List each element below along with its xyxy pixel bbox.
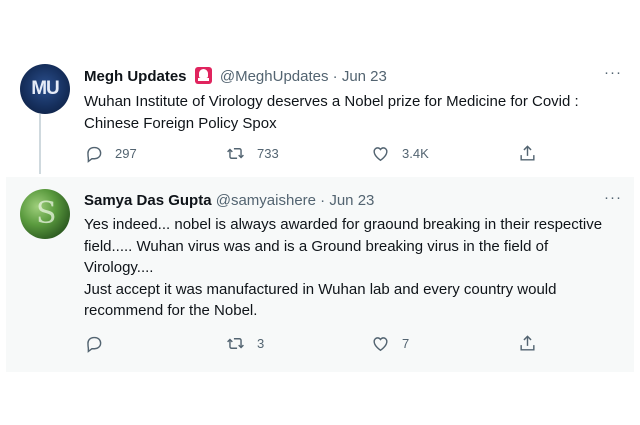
- reply-button[interactable]: [84, 334, 103, 353]
- reply-tweet[interactable]: S Samya Das Gupta @samyaishere · Jun 23 …: [6, 177, 634, 372]
- tweet-text-line: Yes indeed... nobel is always awarded fo…: [84, 216, 603, 276]
- tweet-date[interactable]: Jun 23: [342, 68, 387, 85]
- share-icon: [520, 145, 535, 161]
- avatar-samya-das-gupta[interactable]: S: [20, 189, 70, 239]
- share-icon: [520, 335, 535, 351]
- more-options-icon[interactable]: ···: [604, 189, 622, 206]
- more-options-icon[interactable]: ···: [604, 64, 622, 81]
- retweet-count: 3: [257, 336, 265, 351]
- original-tweet[interactable]: MU Megh Updates @MeghUpdates · Jun 23 ··…: [6, 52, 634, 176]
- separator-dot: ·: [332, 68, 338, 85]
- tweet-actions: 297 733 3.4K: [84, 144, 584, 166]
- like-button[interactable]: 7: [371, 334, 409, 353]
- retweet-button[interactable]: 733: [226, 144, 279, 163]
- retweet-icon: [227, 338, 244, 349]
- share-button[interactable]: [518, 334, 537, 353]
- heart-icon: [373, 337, 388, 352]
- thread-connector-line: [39, 114, 41, 174]
- avatar-initials: MU: [31, 78, 60, 99]
- retweet-icon: [227, 148, 244, 159]
- author-name[interactable]: Samya Das Gupta: [84, 192, 212, 209]
- like-button[interactable]: 3.4K: [371, 144, 429, 163]
- tweet-text: Yes indeed... nobel is always awarded fo…: [84, 214, 609, 322]
- retweet-count: 733: [257, 146, 279, 161]
- author-name[interactable]: Megh Updates: [84, 68, 187, 85]
- tweet-date[interactable]: Jun 23: [329, 192, 374, 209]
- tweet-text: Wuhan Institute of Virology deserves a N…: [84, 93, 579, 132]
- like-count: 3.4K: [402, 146, 429, 161]
- share-button[interactable]: [518, 144, 537, 163]
- avatar-logo: S: [36, 196, 57, 231]
- author-handle[interactable]: @MeghUpdates: [220, 68, 329, 85]
- retweet-button[interactable]: 3: [226, 334, 264, 353]
- like-count: 7: [402, 336, 410, 351]
- tweet-header: Megh Updates @MeghUpdates · Jun 23: [84, 67, 387, 85]
- tweet-text-line: Just accept it was manufactured in Wuhan…: [84, 280, 557, 320]
- avatar-megh-updates[interactable]: MU: [20, 64, 70, 114]
- reply-icon: [87, 146, 102, 163]
- separator-dot: ·: [320, 192, 326, 209]
- red-siren-emoji-icon: [194, 67, 212, 84]
- reply-button[interactable]: 297: [84, 144, 137, 163]
- tweet-header: Samya Das Gupta @samyaishere · Jun 23: [84, 192, 374, 209]
- reply-icon: [87, 336, 102, 353]
- reply-count: 297: [115, 146, 137, 161]
- heart-icon: [373, 147, 388, 162]
- author-handle[interactable]: @samyaishere: [216, 192, 316, 209]
- tweet-actions: 3 7: [84, 334, 584, 356]
